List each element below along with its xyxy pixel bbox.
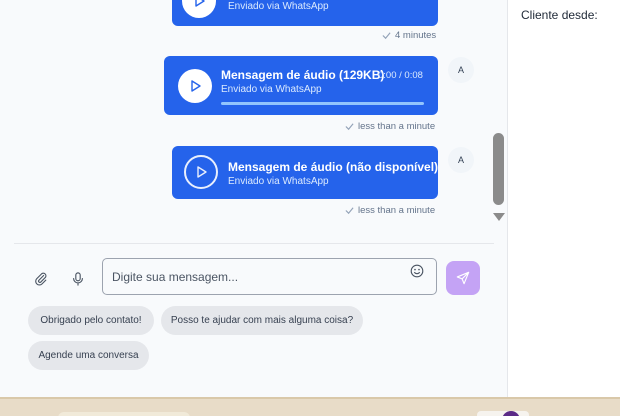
audio-title: Mensagem de áudio (129KB) bbox=[221, 68, 385, 82]
scrollbar-thumb[interactable] bbox=[493, 133, 504, 205]
quick-reply-chip[interactable]: Posso te ajudar com mais alguma coisa? bbox=[161, 306, 363, 335]
message-channel-label: Enviado via WhatsApp bbox=[221, 84, 322, 95]
quick-reply-label: Obrigado pelo contato! bbox=[40, 315, 142, 326]
avatar: A bbox=[448, 147, 474, 173]
taskbar bbox=[0, 397, 620, 416]
audio-progress-bar[interactable] bbox=[221, 102, 424, 105]
client-since-label: Cliente desde: bbox=[521, 8, 598, 22]
taskbar-item[interactable] bbox=[58, 412, 190, 416]
play-button[interactable] bbox=[182, 0, 216, 18]
message-status: less than a minute bbox=[345, 205, 435, 216]
audio-message-bubble: Enviado via WhatsApp bbox=[172, 0, 438, 26]
audio-title: Mensagem de áudio (não disponível) bbox=[228, 160, 439, 174]
microphone-icon bbox=[73, 272, 83, 286]
message-status: less than a minute bbox=[345, 121, 435, 132]
message-input[interactable] bbox=[112, 267, 402, 287]
audio-message-bubble: Mensagem de áudio (129KB) 0:00 / 0:08 En… bbox=[164, 56, 438, 115]
quick-reply-chip[interactable]: Obrigado pelo contato! bbox=[28, 306, 154, 335]
message-timestamp: 4 minutes bbox=[395, 30, 437, 41]
play-icon bbox=[191, 80, 201, 92]
message-input-wrapper bbox=[102, 258, 437, 295]
chat-pane: Enviado via WhatsApp 4 minutes Mensagem … bbox=[0, 0, 508, 397]
message-status: 4 minutes bbox=[382, 30, 436, 41]
smile-icon bbox=[410, 264, 424, 278]
check-icon bbox=[345, 207, 354, 215]
message-timestamp: less than a minute bbox=[358, 121, 436, 132]
send-button[interactable] bbox=[446, 261, 480, 295]
audio-time: 0:00 / 0:08 bbox=[378, 70, 423, 81]
attach-button[interactable] bbox=[29, 267, 53, 291]
check-icon bbox=[382, 32, 391, 40]
quick-reply-label: Agende uma conversa bbox=[38, 350, 139, 361]
send-icon bbox=[456, 271, 470, 285]
paperclip-icon bbox=[35, 272, 47, 286]
emoji-button[interactable] bbox=[410, 264, 424, 278]
message-channel-label: Enviado via WhatsApp bbox=[228, 176, 329, 187]
message-channel-label: Enviado via WhatsApp bbox=[228, 1, 329, 12]
quick-reply-label: Posso te ajudar com mais alguma coisa? bbox=[170, 315, 354, 326]
message-list: Enviado via WhatsApp 4 minutes Mensagem … bbox=[0, 0, 490, 229]
play-button[interactable] bbox=[184, 155, 218, 189]
check-icon bbox=[345, 123, 354, 131]
audio-message-bubble: Mensagem de áudio (não disponível) Envia… bbox=[172, 146, 438, 199]
avatar-initial: A bbox=[457, 155, 464, 165]
play-button[interactable] bbox=[178, 69, 212, 103]
quick-reply-chip[interactable]: Agende uma conversa bbox=[28, 341, 149, 370]
voice-record-button[interactable] bbox=[66, 267, 90, 291]
play-icon bbox=[197, 166, 207, 178]
message-timestamp: less than a minute bbox=[358, 205, 436, 216]
play-icon bbox=[195, 0, 205, 7]
avatar-initial: A bbox=[457, 65, 464, 75]
composer-divider bbox=[14, 243, 494, 244]
message-scrollbar[interactable] bbox=[490, 0, 507, 229]
avatar: A bbox=[448, 57, 474, 83]
scroll-down-arrow-icon[interactable] bbox=[493, 213, 505, 221]
contact-details-panel: Cliente desde: bbox=[509, 0, 620, 397]
